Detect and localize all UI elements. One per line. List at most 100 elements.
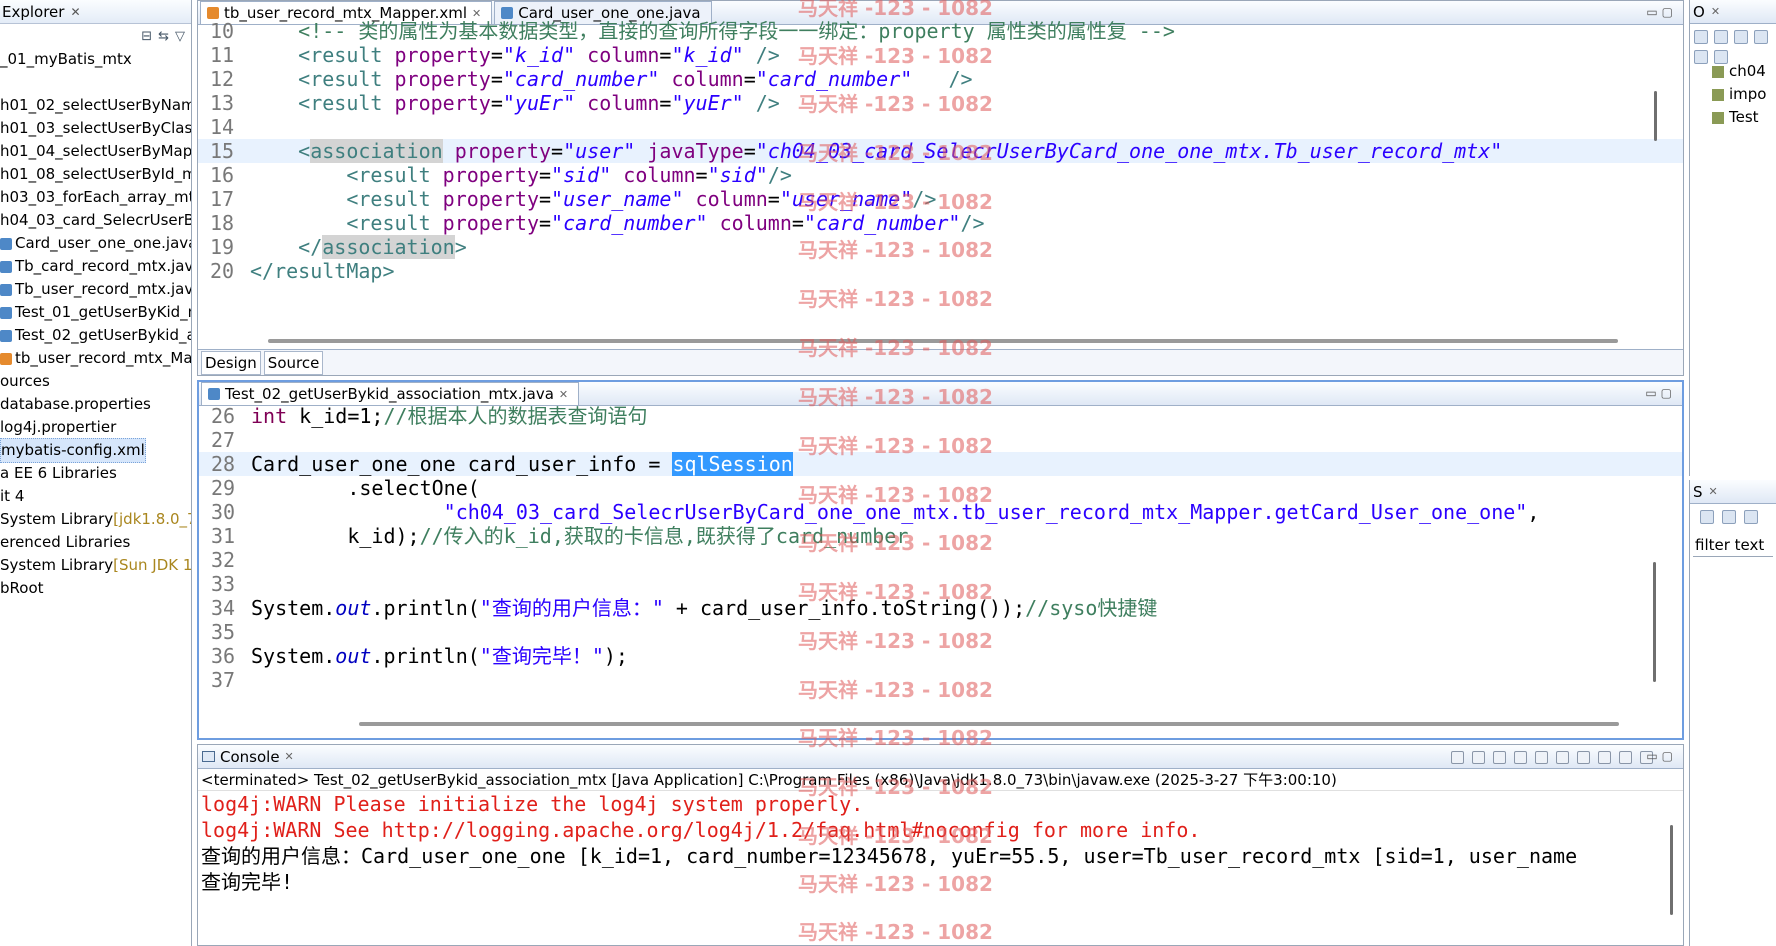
window-controls[interactable]: ▭▢	[1646, 5, 1677, 19]
tree-item[interactable]: Test_02_getUserBykid_as	[0, 324, 191, 347]
filter-input[interactable]: filter text	[1693, 534, 1773, 557]
tree-item[interactable]: Test_01_getUserByKid_n	[0, 301, 191, 324]
tree-item[interactable]	[0, 71, 191, 94]
show-on-output-icon[interactable]	[1577, 751, 1590, 764]
outline-item[interactable]: impo	[1690, 83, 1776, 106]
tree-item[interactable]: log4j.propertier	[0, 416, 191, 439]
tree-item[interactable]: erenced Libraries	[0, 531, 191, 554]
tree-item[interactable]: h01_02_selectUserByName	[0, 94, 191, 117]
hide-local-types-icon[interactable]	[1714, 50, 1728, 64]
tree-item[interactable]: h04_03_card_SelecrUserBy	[0, 209, 191, 232]
sort-icon[interactable]	[1714, 30, 1728, 44]
xml-line[interactable]: 12 <result property="card_number" column…	[198, 67, 1683, 91]
close-icon[interactable]: ✕	[472, 7, 481, 20]
line-number: 10	[210, 19, 235, 43]
tree-item[interactable]: System Library [jdk1.8.0_7	[0, 508, 191, 531]
remove-all-icon[interactable]	[1493, 751, 1506, 764]
xml-line[interactable]: 20 </resultMap>	[198, 259, 1683, 283]
xml-code-area[interactable]: 10 <!-- 类的属性为基本数据类型，直接的查询所得字段一一绑定：proper…	[198, 19, 1683, 283]
source-tab[interactable]: Source	[263, 350, 324, 375]
tree-item[interactable]: Tb_card_record_mtx.java	[0, 255, 191, 278]
java-file-icon	[208, 388, 220, 400]
tree-item[interactable]: Card_user_one_one.java	[0, 232, 191, 255]
close-icon[interactable]: ✕	[1711, 5, 1720, 18]
hide-static-icon[interactable]	[1754, 30, 1768, 44]
java-line[interactable]: 30 "ch04_03_card_SelecrUserByCard_one_on…	[199, 500, 1682, 524]
line-number: 17	[210, 187, 235, 211]
tree-item[interactable]: h01_08_selectUserById_m	[0, 163, 191, 186]
java-line[interactable]: 35	[199, 620, 1682, 644]
xml-line[interactable]: 16 <result property="sid" column="sid"/>	[198, 163, 1683, 187]
java-line[interactable]: 29 .selectOne(	[199, 476, 1682, 500]
window-controls[interactable]: ▭▢	[1645, 386, 1676, 400]
vertical-scrollbar[interactable]	[1653, 562, 1656, 682]
xml-line[interactable]: 15 <association property="user" javaType…	[198, 139, 1683, 163]
code-text: <!-- 类的属性为基本数据类型，直接的查询所得字段一一绑定：property …	[250, 19, 1175, 43]
tree-item[interactable]: h01_04_selectUserByMap_	[0, 140, 191, 163]
collapse-icon[interactable]	[1700, 510, 1714, 524]
tree-item[interactable]: _01_myBatis_mtx	[0, 48, 191, 71]
xml-line[interactable]: 11 <result property="k_id" column="k_id"…	[198, 43, 1683, 67]
tree-item[interactable]: h03_03_forEach_array_mtx	[0, 186, 191, 209]
xml-line[interactable]: 18 <result property="card_number" column…	[198, 211, 1683, 235]
tree-item[interactable]: bRoot	[0, 577, 191, 600]
tree-item[interactable]: mybatis-config.xml	[0, 438, 191, 463]
xml-line[interactable]: 10 <!-- 类的属性为基本数据类型，直接的查询所得字段一一绑定：proper…	[198, 19, 1683, 43]
tree-item[interactable]: System Library [Sun JDK 1	[0, 554, 191, 577]
sort-icon[interactable]	[1744, 510, 1758, 524]
tree-item[interactable]: h01_03_selectUserByClass	[0, 117, 191, 140]
window-controls[interactable]: ▭▢	[1646, 749, 1677, 763]
terminate-icon[interactable]	[1451, 751, 1464, 764]
java-line[interactable]: 27	[199, 428, 1682, 452]
link-icon[interactable]	[1722, 510, 1736, 524]
outline-item[interactable]: Test	[1690, 106, 1776, 129]
java-line[interactable]: 33	[199, 572, 1682, 596]
xml-line[interactable]: 14	[198, 115, 1683, 139]
tree-item[interactable]: tb_user_record_mtx_Map	[0, 347, 191, 370]
word-wrap-icon[interactable]	[1556, 751, 1569, 764]
remove-launch-icon[interactable]	[1472, 751, 1485, 764]
tab-test-java[interactable]: Test_02_getUserBykid_association_mtx.jav…	[201, 382, 580, 405]
close-icon[interactable]: ✕	[70, 5, 80, 19]
close-icon[interactable]: ✕	[559, 388, 568, 401]
tree-item[interactable]: it 4	[0, 485, 191, 508]
hide-nonpublic-icon[interactable]	[1694, 50, 1708, 64]
pin-console-icon[interactable]	[1598, 751, 1611, 764]
line-number: 35	[211, 620, 236, 644]
java-line[interactable]: 28 Card_user_one_one card_user_info = sql…	[199, 452, 1682, 476]
xml-line[interactable]: 17 <result property="user_name" column="…	[198, 187, 1683, 211]
xml-line[interactable]: 13 <result property="yuEr" column="yuEr"…	[198, 91, 1683, 115]
close-icon[interactable]: ✕	[285, 750, 294, 763]
tree-item[interactable]: a EE 6 Libraries	[0, 462, 191, 485]
collapse-icon[interactable]	[1694, 30, 1708, 44]
vertical-scrollbar[interactable]	[1670, 825, 1673, 915]
console-output[interactable]: log4j:WARN Please initialize the log4j s…	[198, 791, 1683, 895]
display-console-icon[interactable]	[1619, 751, 1632, 764]
horizontal-scrollbar[interactable]	[359, 722, 1619, 726]
tree-item[interactable]: Tb_user_record_mtx.java	[0, 278, 191, 301]
java-line[interactable]: 34 System.out.println("查询的用户信息：" + card_u…	[199, 596, 1682, 620]
close-icon[interactable]: ✕	[1709, 485, 1718, 498]
tree-item-meta: [jdk1.8.0_7	[113, 510, 192, 528]
java-line[interactable]: 37	[199, 668, 1682, 692]
horizontal-scrollbar[interactable]	[268, 339, 1618, 343]
tree-item-label: Card_user_one_one.java	[15, 234, 192, 252]
code-text: int k_id=1;//根据本人的数据表查询语句	[251, 404, 648, 428]
scroll-lock-icon[interactable]	[1535, 751, 1548, 764]
clear-console-icon[interactable]	[1514, 751, 1527, 764]
java-line[interactable]: 36 System.out.println("查询完毕！");	[199, 644, 1682, 668]
view-menu-icon[interactable]: ▽	[175, 29, 185, 44]
tree-item[interactable]: ources	[0, 370, 191, 393]
hide-fields-icon[interactable]	[1734, 30, 1748, 44]
java-line[interactable]: 32	[199, 548, 1682, 572]
xml-line[interactable]: 19 </association>	[198, 235, 1683, 259]
tree-item[interactable]: database.properties	[0, 393, 191, 416]
outline-item-label: Test	[1729, 108, 1759, 126]
design-tab[interactable]: Design	[201, 350, 261, 375]
java-code-area[interactable]: 26 int k_id=1;//根据本人的数据表查询语句 27 28 Card_user…	[199, 404, 1682, 692]
java-line[interactable]: 31 k_id);//传入的k_id,获取的卡信息,既获得了card_numbe…	[199, 524, 1682, 548]
collapse-all-icon[interactable]: ⊟	[141, 29, 152, 44]
link-editor-icon[interactable]: ⇆	[158, 29, 169, 44]
vertical-scrollbar[interactable]	[1654, 91, 1657, 141]
java-line[interactable]: 26 int k_id=1;//根据本人的数据表查询语句	[199, 404, 1682, 428]
